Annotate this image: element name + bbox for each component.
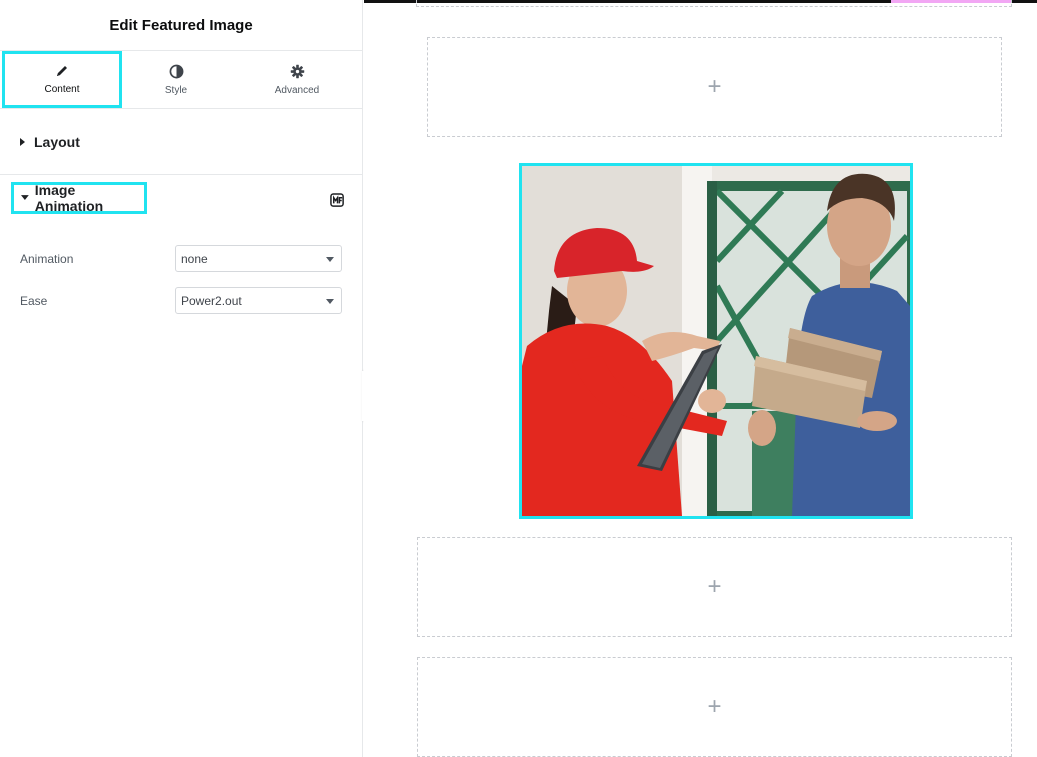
tab-advanced-label: Advanced [274,84,320,96]
tab-advanced[interactable]: Advanced [236,51,358,108]
panel-header: Edit Featured Image [0,0,362,51]
caret-right-icon [20,137,25,146]
ease-select[interactable]: Power2.out [175,287,342,314]
animation-label: Animation [20,251,74,266]
tab-content-label: Content [44,84,80,95]
ease-control: Ease Power2.out [20,287,342,314]
section-drop-zone-top [416,0,1012,7]
add-section-zone[interactable]: + [417,657,1012,757]
chevron-down-icon [326,299,334,304]
motion-fx-icon [330,193,344,207]
add-icon: + [707,693,722,720]
editor-canvas: + + + [364,0,1037,757]
panel-tabs: Content Style Advanced [0,51,362,109]
featured-image[interactable] [519,163,913,519]
featured-image-picture [522,166,910,516]
add-section-zone[interactable]: + [427,37,1002,137]
chevron-down-icon [326,257,334,262]
editor-panel: Edit Featured Image Content Style Advanc… [0,0,363,757]
pencil-icon [57,66,67,76]
add-icon: + [707,73,722,100]
caret-down-icon [21,195,29,200]
animation-control: Animation none [20,245,342,272]
section-image-animation: Image Animation [0,175,362,227]
half-circle-icon [169,64,183,78]
section-layout-toggle[interactable]: Layout [0,109,362,175]
section-image-animation-toggle[interactable]: Image Animation [11,182,147,214]
panel-title: Edit Featured Image [109,16,253,34]
tab-style[interactable]: Style [130,51,222,108]
section-image-animation-label: Image Animation [34,182,104,214]
animation-select-value: none [181,251,208,266]
section-layout-label: Layout [34,133,80,150]
add-icon: + [707,573,722,600]
tab-style-label: Style [164,84,188,96]
animation-select[interactable]: none [175,245,342,272]
ease-label: Ease [20,293,48,308]
add-section-zone[interactable]: + [417,537,1012,637]
ease-select-value: Power2.out [181,293,242,308]
gear-icon [290,64,304,78]
tab-content[interactable]: Content [2,51,122,108]
